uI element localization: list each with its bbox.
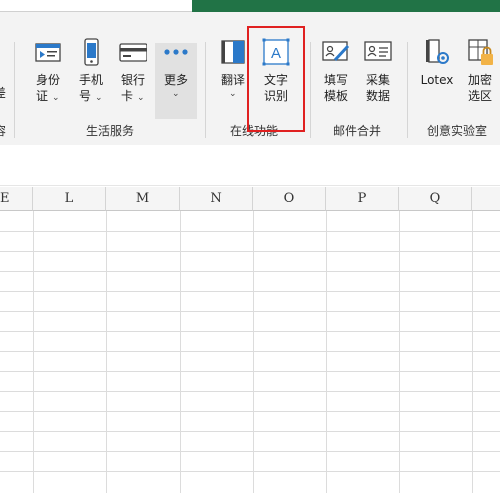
collect-data-label-1: 采集: [365, 73, 390, 87]
chevron-down-icon: ⌄: [229, 89, 237, 99]
ribbon-separator: [407, 42, 408, 138]
phone-button[interactable]: 手机 号 ⌄: [73, 38, 109, 120]
column-header-next[interactable]: [472, 187, 500, 211]
id-card-icon: [35, 43, 61, 62]
ribbon-separator: [14, 42, 15, 138]
more-button[interactable]: 更多 ⌄: [158, 38, 194, 120]
bank-card-button[interactable]: 银行 卡 ⌄: [115, 38, 151, 120]
partial-left-label: 差: [0, 86, 7, 100]
group-label-creative-lab: 创意实验室: [426, 124, 487, 138]
lotex-icon: [426, 39, 449, 64]
encrypt-selection-label-1: 加密: [467, 73, 492, 87]
fill-template-label-1: 填写: [323, 73, 348, 87]
chevron-down-icon: ⌄: [52, 93, 60, 103]
ribbon-separator: [205, 42, 206, 138]
column-header-E[interactable]: E: [0, 187, 33, 211]
collect-data-icon: [364, 41, 392, 61]
fill-template-icon: [322, 41, 350, 62]
fill-template-label-2: 模板: [323, 89, 348, 103]
id-card-button[interactable]: 身份 证 ⌄: [30, 38, 66, 120]
column-header-N[interactable]: N: [180, 187, 253, 211]
fill-template-button[interactable]: 填写 模板: [318, 38, 354, 120]
partial-left-group-label: 容: [0, 124, 7, 138]
lotex-button[interactable]: Lotex: [419, 38, 455, 120]
bank-card-label-1: 银行: [120, 73, 145, 87]
group-label-life-services: 生活服务: [85, 124, 134, 138]
column-header-P[interactable]: P: [326, 187, 399, 211]
chevron-down-icon: ⌄: [172, 89, 180, 99]
column-header-M[interactable]: M: [106, 187, 180, 211]
collect-data-button[interactable]: 采集 数据: [360, 38, 396, 120]
more-label: 更多: [163, 73, 188, 87]
encrypt-selection-icon: [468, 39, 493, 65]
chevron-down-icon: ⌄: [95, 93, 103, 103]
phone-label-1: 手机: [78, 73, 103, 87]
column-header-L[interactable]: L: [33, 187, 106, 211]
group-label-mail-merge: 邮件合并: [332, 124, 381, 138]
ribbon-separator: [310, 42, 311, 138]
cell-grid[interactable]: [0, 211, 500, 493]
id-card-label-1: 身份: [35, 73, 60, 87]
column-header-O[interactable]: O: [253, 187, 326, 211]
encrypt-selection-button[interactable]: 加密 选区: [462, 38, 498, 120]
collect-data-label-2: 数据: [365, 89, 390, 103]
lotex-label: Lotex: [420, 73, 454, 87]
more-dots-icon: [164, 49, 188, 55]
title-bar: [0, 0, 500, 12]
column-header-Q[interactable]: Q: [399, 187, 472, 211]
phone-icon: [84, 38, 99, 66]
translate-icon: [221, 40, 245, 64]
encrypt-selection-label-2: 选区: [467, 89, 492, 103]
translate-button[interactable]: 翻译 ⌄: [215, 38, 251, 120]
bank-card-icon: [119, 43, 147, 62]
chevron-down-icon: ⌄: [137, 93, 145, 103]
title-bar-accent: [192, 0, 500, 12]
formula-bar-area: [0, 145, 500, 186]
highlight-box: [247, 26, 305, 132]
